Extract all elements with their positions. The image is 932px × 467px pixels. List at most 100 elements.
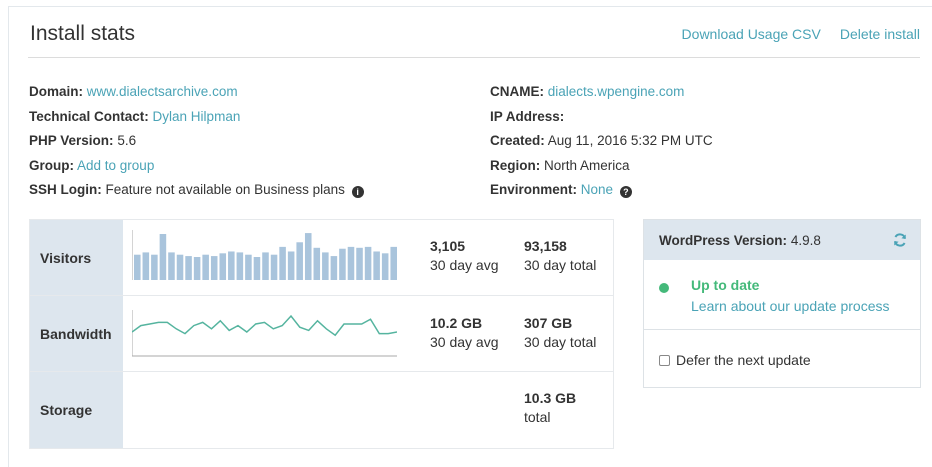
info-circle-icon[interactable]: i [351,186,364,198]
visitors-bar [339,248,346,280]
bandwidth-chart-axis [132,310,397,357]
bandwidth-row: Bandwidth 10.2 GB 30 day avg 307 GB 30 d… [30,296,613,372]
created-label: Created: [490,133,545,148]
cname-label: CNAME: [490,84,544,99]
visitors-bar [210,256,218,280]
ssh-login-label: SSH Login: [29,182,102,197]
delete-install-link[interactable]: Delete install [840,26,920,42]
ip-address-row: IP Address: [490,105,713,130]
visitors-bar [142,252,150,280]
page-title: Install stats [30,22,136,45]
visitors-avg: 3,105 30 day avg [430,237,499,275]
install-stats-header: Install stats Download Usage CSV Delete … [28,18,920,58]
visitors-avg-value: 3,105 [430,238,466,254]
visitors-bar [245,254,252,280]
ssh-login-row: SSH Login: Feature not available on Busi… [29,178,364,203]
storage-row: Storage 10.3 GB total [30,372,613,448]
ssh-login-value: Feature not available on Business plans [105,182,345,197]
storage-total-label: total [524,409,551,425]
cname-row: CNAME: dialects.wpengine.com [490,80,713,105]
group-row: Group: Add to group [29,154,364,179]
environment-label: Environment: [490,182,578,197]
domain-label: Domain: [29,84,83,99]
visitors-bar [228,251,235,280]
install-info-right: CNAME: dialects.wpengine.com IP Address:… [490,80,713,203]
storage-total: 10.3 GB total [524,389,576,427]
visitors-bar [296,242,303,280]
region-row: Region: North America [490,154,713,179]
technical-contact-label: Technical Contact: [29,108,149,124]
visitors-total-value: 93,158 [524,238,567,254]
wordpress-version-value: 4.9.8 [790,232,821,248]
storage-label: Storage [30,372,123,448]
bandwidth-line-chart [132,310,397,357]
visitors-total: 93,158 30 day total [524,237,596,275]
bandwidth-avg: 10.2 GB 30 day avg [430,314,499,352]
refresh-icon[interactable] [892,232,908,248]
php-version-value: 5.6 [117,133,137,148]
environment-row: Environment: None ? [490,178,713,203]
visitors-bar [236,252,244,280]
visitors-label: Visitors [30,220,123,295]
visitors-bar [364,246,372,280]
visitors-bar [219,253,227,280]
technical-contact-link[interactable]: Dylan Hilpman [153,109,241,124]
bandwidth-total-label: 30 day total [524,334,597,350]
group-label: Group: [29,157,74,173]
bandwidth-total: 307 GB 30 day total [524,314,596,352]
visitors-bar [168,252,175,280]
visitors-bar-chart [132,230,397,280]
visitors-bar [185,256,192,280]
install-info-left: Domain: www.dialectsarchive.com Technica… [29,80,364,203]
storage-total-value: 10.3 GB [524,390,577,406]
visitors-bar [347,246,355,280]
visitors-bar [304,233,312,280]
bandwidth-line [132,314,397,337]
learn-update-process-link[interactable]: Learn about our update process [691,298,889,314]
php-version-row: PHP Version: 5.6 [29,129,364,154]
visitors-bar [356,247,363,280]
download-usage-csv-link[interactable]: Download Usage CSV [682,26,821,42]
visitors-bar [373,251,380,280]
defer-update-option[interactable]: Defer the next update [659,352,811,368]
visitors-bar [287,251,295,280]
visitors-bar [262,252,269,280]
wordpress-version-panel: WordPress Version: 4.9.8 Up to date Lear… [643,219,921,388]
visitors-total-label: 30 day total [524,257,597,273]
visitors-bar [390,246,397,280]
status-dot-icon [659,283,669,293]
environment-link[interactable]: None [581,182,613,197]
domain-link[interactable]: www.dialectsarchive.com [87,84,238,99]
usage-stats-table: Visitors 3,105 30 day avg 93,158 30 day … [29,219,614,449]
visitors-bar [313,247,321,280]
bandwidth-avg-value: 10.2 GB [430,315,483,331]
header-actions: Download Usage CSV Delete install [682,26,920,42]
visitors-avg-label: 30 day avg [430,257,499,273]
visitors-bar [381,253,389,280]
technical-contact-row: Technical Contact: Dylan Hilpman [29,105,364,130]
created-row: Created: Aug 11, 2016 5:32 PM UTC [490,129,713,154]
domain-row: Domain: www.dialectsarchive.com [29,80,364,105]
bandwidth-total-value: 307 GB [524,315,573,331]
region-value: North America [544,157,630,173]
ip-address-label: IP Address: [490,108,565,124]
visitors-row: Visitors 3,105 30 day avg 93,158 30 day … [30,220,613,296]
defer-update-checkbox[interactable] [659,354,670,366]
visitors-bar [202,254,209,280]
add-to-group-link[interactable]: Add to group [77,158,154,173]
region-label: Region: [490,157,541,173]
visitors-bar [253,257,261,280]
wordpress-version-label: WordPress Version: [659,232,788,248]
bandwidth-avg-label: 30 day avg [430,334,499,350]
visitors-bar [193,257,201,280]
visitors-bar [151,254,158,280]
question-circle-icon[interactable]: ? [619,186,632,198]
update-status: Up to date Learn about our update proces… [644,260,920,330]
visitors-bar [322,252,329,280]
visitors-bar [279,246,286,280]
cname-link[interactable]: dialects.wpengine.com [548,84,685,99]
bandwidth-label: Bandwidth [30,296,123,371]
visitors-bar [159,234,167,280]
up-to-date-status: Up to date [691,277,760,293]
php-version-label: PHP Version: [29,133,114,148]
